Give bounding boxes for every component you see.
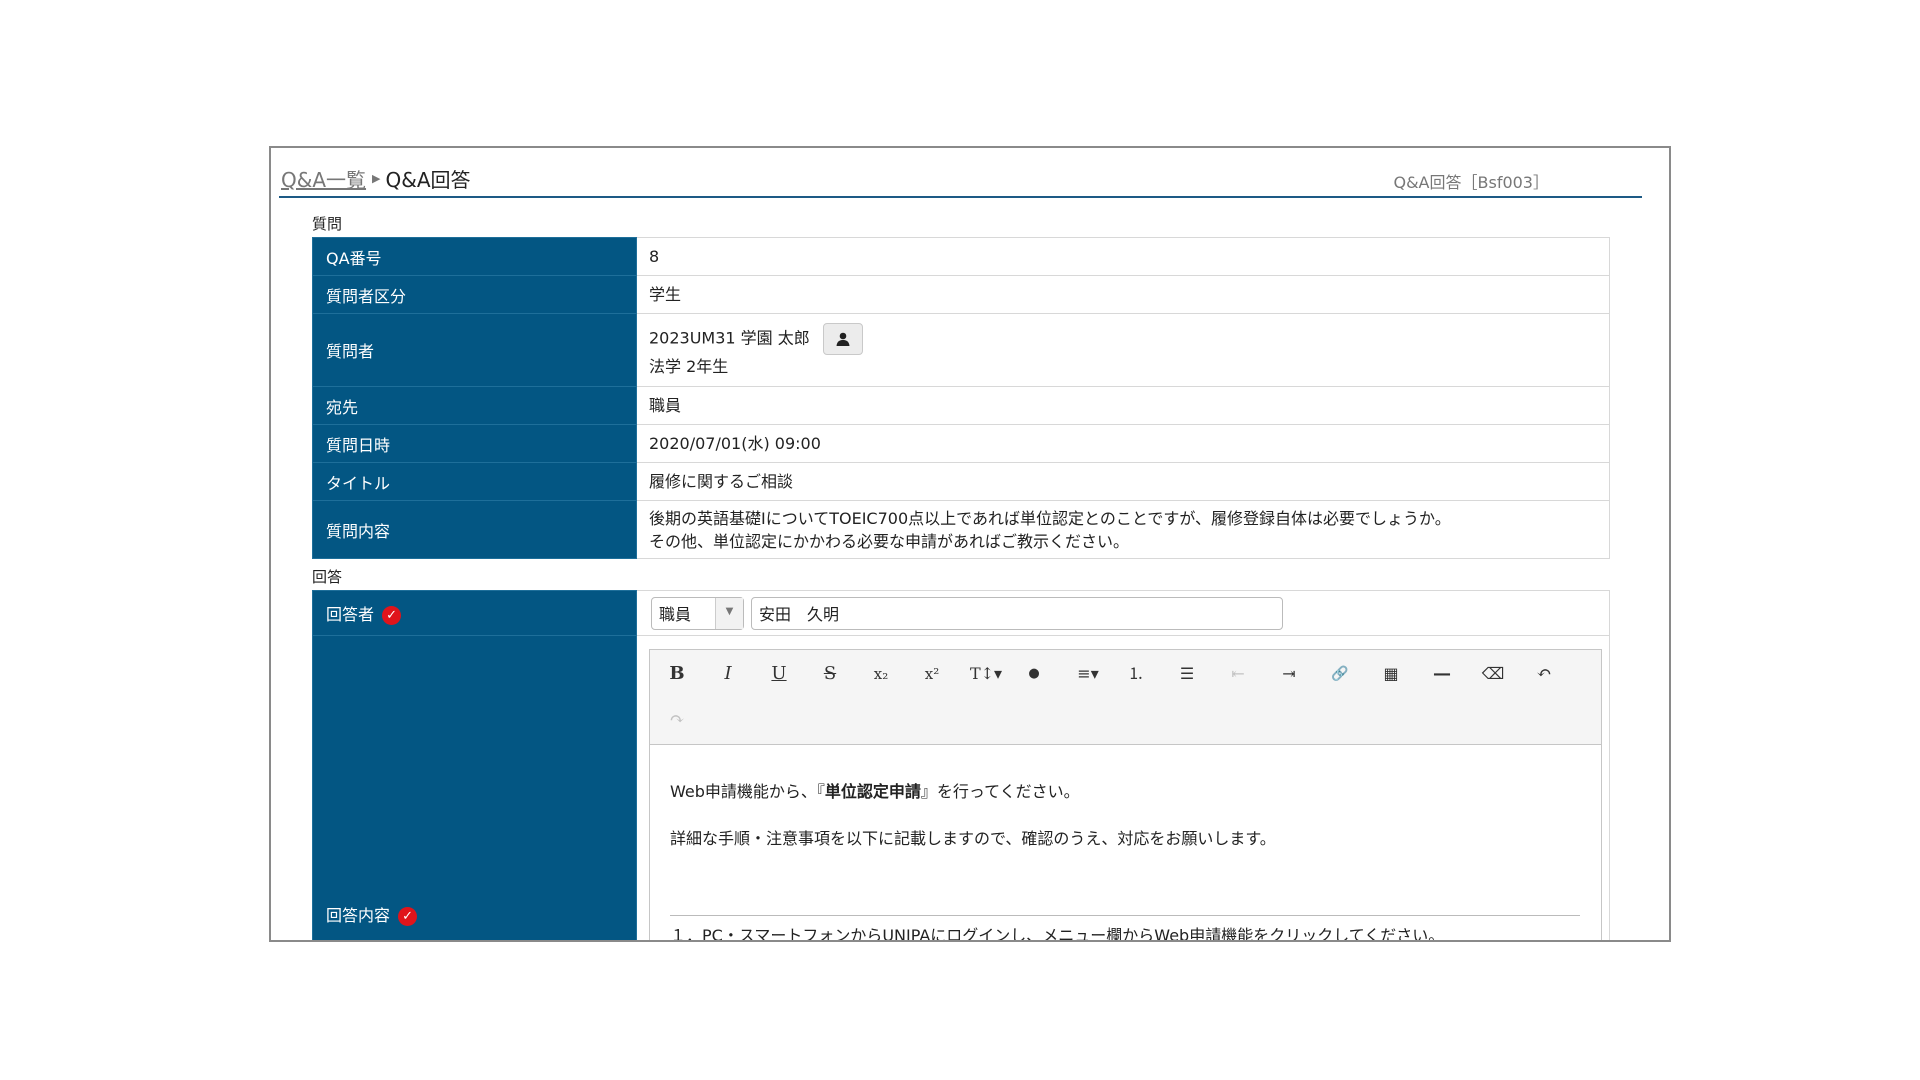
row-answer-content: 回答内容 ✓ B I U S x₂ x² T↕▾ ● ≡▾ ⒈ ☰ ⇤ ⇥ 🔗 … — [312, 635, 1610, 942]
editor-toolbar: B I U S x₂ x² T↕▾ ● ≡▾ ⒈ ☰ ⇤ ⇥ 🔗 ▦ — ⌫ ↶… — [650, 650, 1601, 745]
row-date: 質問日時 2020/07/01(水) 09:00 — [312, 424, 1610, 463]
answer-paragraph-2: 詳細な手順・注意事項を以下に記載しますので、確認のうえ、対応をお願いします。 — [670, 829, 1276, 848]
responder-label-text: 回答者 — [326, 605, 375, 624]
italic-icon[interactable]: I — [711, 657, 745, 691]
row-title: タイトル 履修に関するご相談 — [312, 462, 1610, 501]
editor-content[interactable]: Web申請機能から、『単位認定申請』を行ってください。 詳細な手順・注意事項を以… — [670, 780, 1580, 851]
screen-id: Q&A回答［Bsf003］ — [1393, 173, 1549, 192]
page-title: Q&A回答 — [385, 168, 471, 192]
align-icon[interactable]: ≡▾ — [1068, 657, 1108, 691]
asker-type-label: 質問者区分 — [312, 275, 637, 314]
answer-content-label-text: 回答内容 — [326, 905, 391, 925]
horizontal-rule-icon[interactable]: — — [1425, 657, 1459, 691]
chevron-down-icon[interactable]: ▼ — [715, 598, 743, 629]
answer-section-label: 回答 — [312, 568, 343, 586]
answer-para1-pre: Web申請機能から、『 — [670, 782, 825, 801]
required-check-icon: ✓ — [398, 906, 418, 926]
superscript-icon[interactable]: x² — [915, 657, 949, 691]
answer-paragraph-1: Web申請機能から、『単位認定申請』を行ってください。 — [670, 780, 1580, 804]
question-content-line2: その他、単位認定にかかわる必要な申請があればご教示ください。 — [649, 531, 1130, 551]
breadcrumb-qa-list-link[interactable]: Q&A一覧 — [281, 164, 366, 193]
responder-label: 回答者 ✓ — [312, 590, 637, 636]
rich-text-editor[interactable]: B I U S x₂ x² T↕▾ ● ≡▾ ⒈ ☰ ⇤ ⇥ 🔗 ▦ — ⌫ ↶… — [649, 649, 1602, 942]
underline-icon[interactable]: U — [762, 657, 796, 691]
question-table: QA番号 8 質問者区分 学生 質問者 2023UM31 学園 太郎 法学 2年… — [312, 237, 1610, 559]
undo-icon[interactable]: ↶ — [1527, 657, 1561, 691]
redo-icon[interactable]: ↷ — [660, 703, 694, 737]
row-responder: 回答者 ✓ 職員 ▼ 安田 久明 — [312, 590, 1610, 636]
answer-para1-post: 』を行ってください。 — [920, 782, 1080, 801]
asker-id-name: 2023UM31 学園 太郎 — [649, 328, 810, 347]
answer-content-label: 回答内容 ✓ — [312, 635, 637, 940]
date-value: 2020/07/01(水) 09:00 — [636, 424, 1610, 463]
asker-value: 2023UM31 学園 太郎 法学 2年生 — [636, 313, 1610, 387]
person-info-button[interactable] — [822, 322, 863, 355]
recipient-label: 宛先 — [312, 386, 637, 425]
row-content: 質問内容 後期の英語基礎ⅠについてTOEIC700点以上であれば単位認定とのこと… — [312, 500, 1610, 559]
recipient-value: 職員 — [636, 386, 1610, 425]
bullet-list-icon[interactable]: ☰ — [1170, 657, 1204, 691]
date-label: 質問日時 — [312, 424, 637, 463]
asker-label: 質問者 — [312, 313, 637, 387]
bold-icon[interactable]: B — [660, 657, 694, 691]
question-content-line1: 後期の英語基礎ⅠについてTOEIC700点以上であれば単位認定とのことですが、履… — [649, 508, 1451, 528]
person-icon — [836, 332, 850, 346]
row-qa-number: QA番号 8 — [312, 237, 1610, 276]
row-recipient: 宛先 職員 — [312, 386, 1610, 425]
answer-para1-bold: 単位認定申請 — [824, 782, 921, 801]
title-label: タイトル — [312, 462, 637, 501]
eraser-icon[interactable]: ⌫ — [1476, 657, 1510, 691]
strikethrough-icon[interactable]: S — [813, 657, 847, 691]
question-content-value: 後期の英語基礎ⅠについてTOEIC700点以上であれば単位認定とのことですが、履… — [636, 500, 1610, 559]
asker-type-value: 学生 — [636, 275, 1610, 314]
indent-icon[interactable]: ⇥ — [1272, 657, 1306, 691]
answer-editor-cell: B I U S x₂ x² T↕▾ ● ≡▾ ⒈ ☰ ⇤ ⇥ 🔗 ▦ — ⌫ ↶… — [636, 635, 1610, 942]
qa-number-label: QA番号 — [312, 237, 637, 276]
responder-type-selected: 職員 — [659, 605, 692, 624]
responder-type-select[interactable]: 職員 ▼ — [651, 597, 744, 630]
responder-inputs: 職員 ▼ 安田 久明 — [636, 590, 1610, 636]
ordered-list-icon[interactable]: ⒈ — [1119, 657, 1153, 691]
answer-list-item-1: １．PC・スマートフォンからUNIPAにログインし、メニュー欄からWeb申請機能… — [670, 926, 1445, 942]
qa-number-value: 8 — [636, 237, 1610, 276]
question-content-label: 質問内容 — [312, 500, 637, 559]
breadcrumb: Q&A一覧 ▶ Q&A回答 — [281, 164, 471, 193]
table-icon[interactable]: ▦ — [1374, 657, 1408, 691]
qa-answer-window: Q&A一覧 ▶ Q&A回答 Q&A回答［Bsf003］ 質問 QA番号 8 質問… — [269, 146, 1671, 942]
asker-faculty-year: 法学 2年生 — [649, 356, 729, 376]
subscript-icon[interactable]: x₂ — [864, 657, 898, 691]
outdent-icon[interactable]: ⇤ — [1221, 657, 1255, 691]
row-asker-type: 質問者区分 学生 — [312, 275, 1610, 314]
title-value: 履修に関するご相談 — [636, 462, 1610, 501]
answer-table: 回答者 ✓ 職員 ▼ 安田 久明 回答内容 ✓ B I U S x₂ x² T↕… — [312, 590, 1610, 942]
link-icon[interactable]: 🔗 — [1323, 657, 1357, 691]
text-size-icon[interactable]: T↕▾ — [966, 657, 1006, 691]
required-check-icon: ✓ — [382, 606, 402, 625]
title-bar: Q&A一覧 ▶ Q&A回答 Q&A回答［Bsf003］ — [279, 162, 1642, 198]
responder-name-field[interactable]: 安田 久明 — [751, 597, 1283, 630]
breadcrumb-separator-icon: ▶ — [372, 172, 381, 185]
question-section-label: 質問 — [312, 215, 343, 233]
text-color-icon[interactable]: ● — [1017, 657, 1051, 691]
editor-divider — [670, 915, 1580, 916]
row-asker: 質問者 2023UM31 学園 太郎 法学 2年生 — [312, 313, 1610, 387]
